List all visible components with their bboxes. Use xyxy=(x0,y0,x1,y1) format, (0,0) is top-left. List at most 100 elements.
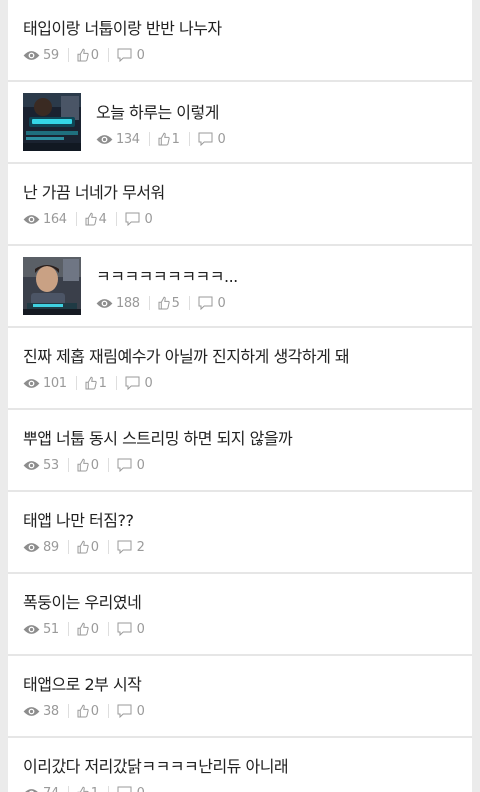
comments-count: 0 xyxy=(217,131,226,147)
comment-bubble-icon xyxy=(117,622,132,636)
likes-count: 0 xyxy=(90,703,99,719)
views-count: 164 xyxy=(43,211,67,227)
thumbs-up-icon xyxy=(77,786,89,792)
likes-stat: 0 xyxy=(77,458,99,473)
post-item[interactable]: 난 가끔 너네가 무서워 164 4 0 xyxy=(8,164,472,246)
comment-bubble-icon xyxy=(117,458,132,472)
comment-bubble-icon xyxy=(117,786,132,792)
likes-stat: 4 xyxy=(85,212,107,227)
eye-icon xyxy=(23,378,40,388)
meta-divider xyxy=(107,540,109,554)
meta-divider xyxy=(188,132,190,146)
comments-count: 0 xyxy=(136,703,145,719)
post-title[interactable]: ㅋㅋㅋㅋㅋㅋㅋㅋㅋ... xyxy=(96,263,238,287)
comments-stat: 0 xyxy=(117,786,145,792)
comments-stat: 0 xyxy=(117,48,145,63)
meta-divider xyxy=(115,212,117,226)
thumbs-up-icon xyxy=(85,376,97,390)
thumbs-up-icon xyxy=(77,704,89,718)
post-title[interactable]: 진짜 제홉 재림예수가 아닐까 진지하게 생각하게 돼 xyxy=(23,343,350,367)
post-title[interactable]: 폭둥이는 우리였네 xyxy=(23,589,142,613)
likes-stat: 5 xyxy=(158,296,180,311)
comments-stat: 0 xyxy=(125,212,153,227)
likes-stat: 1 xyxy=(85,376,107,391)
post-title[interactable]: 태앱으로 2부 시작 xyxy=(23,671,142,695)
likes-count: 4 xyxy=(98,211,107,227)
likes-count: 1 xyxy=(171,131,180,147)
post-item[interactable]: 폭둥이는 우리였네 51 0 0 xyxy=(8,574,472,656)
eye-icon xyxy=(23,542,40,552)
post-meta: 51 0 0 xyxy=(23,620,145,638)
meta-divider xyxy=(75,212,77,226)
eye-icon xyxy=(24,788,39,792)
thumbs-up-icon xyxy=(77,48,89,62)
post-item[interactable]: 태입이랑 너툽이랑 반반 나누자 59 0 0 xyxy=(8,0,472,82)
eye-icon xyxy=(96,298,113,308)
meta-divider xyxy=(67,786,69,792)
post-item[interactable]: 이리갔다 저리갔닭ㅋㅋㅋㅋ난리듀 아니래 74 1 0 xyxy=(8,738,472,792)
post-thumbnail[interactable] xyxy=(23,257,81,315)
post-item[interactable]: 진짜 제홉 재림예수가 아닐까 진지하게 생각하게 돼 101 1 0 xyxy=(8,328,472,410)
meta-divider xyxy=(107,458,109,472)
views-stat: 188 xyxy=(96,296,140,311)
views-stat: 74 xyxy=(23,786,59,792)
post-item[interactable]: 태앱 나만 터짐?? 89 0 2 xyxy=(8,492,472,574)
post-thumbnail[interactable] xyxy=(23,93,81,151)
post-title[interactable]: 태입이랑 너툽이랑 반반 나누자 xyxy=(23,15,222,39)
thumbs-up-icon xyxy=(77,540,89,554)
meta-divider xyxy=(148,132,150,146)
post-item[interactable]: 오늘 하루는 이렇게 134 1 0 xyxy=(8,82,472,164)
views-stat: 164 xyxy=(23,212,67,227)
eye-icon xyxy=(23,624,40,634)
post-item[interactable]: ㅋㅋㅋㅋㅋㅋㅋㅋㅋ... 188 5 0 xyxy=(8,246,472,328)
meta-divider xyxy=(67,458,69,472)
views-stat: 51 xyxy=(23,622,59,637)
comments-count: 0 xyxy=(136,47,145,63)
likes-count: 1 xyxy=(91,786,99,792)
views-count: 59 xyxy=(43,47,59,63)
post-title[interactable]: 이리갔다 저리갔닭ㅋㅋㅋㅋ난리듀 아니래 xyxy=(23,753,289,777)
post-title[interactable]: 오늘 하루는 이렇게 xyxy=(96,99,219,123)
views-stat: 134 xyxy=(96,132,140,147)
meta-divider xyxy=(107,786,109,792)
thumbs-up-icon xyxy=(77,622,89,636)
likes-count: 0 xyxy=(90,47,99,63)
likes-count: 0 xyxy=(90,539,99,555)
comment-bubble-icon xyxy=(125,212,139,226)
eye-icon xyxy=(23,50,40,60)
post-meta: 188 5 0 xyxy=(96,294,226,312)
post-item[interactable]: 뿌앱 너툽 동시 스트리밍 하면 되지 않을까 53 0 0 xyxy=(8,410,472,492)
comments-count: 2 xyxy=(136,539,145,555)
views-count: 38 xyxy=(43,703,59,719)
comments-stat: 0 xyxy=(117,704,145,719)
comments-stat: 0 xyxy=(198,132,226,147)
post-meta: 164 4 0 xyxy=(23,210,153,228)
post-item[interactable]: 태앱으로 2부 시작 38 0 0 xyxy=(8,656,472,738)
meta-divider xyxy=(67,540,69,554)
meta-divider xyxy=(75,376,77,390)
eye-icon xyxy=(23,706,40,716)
post-title[interactable]: 난 가끔 너네가 무서워 xyxy=(23,179,165,203)
comments-stat: 0 xyxy=(117,622,145,637)
meta-divider xyxy=(67,622,69,636)
likes-count: 5 xyxy=(171,295,180,311)
thumbs-up-icon xyxy=(85,212,97,226)
post-title[interactable]: 뿌앱 너툽 동시 스트리밍 하면 되지 않을까 xyxy=(23,425,293,449)
thumbs-up-icon xyxy=(77,458,89,472)
views-count: 53 xyxy=(43,457,59,473)
comments-count: 0 xyxy=(144,375,153,391)
thumbs-up-icon xyxy=(158,296,170,310)
views-count: 134 xyxy=(116,131,140,147)
eye-icon xyxy=(96,134,113,144)
meta-divider xyxy=(67,48,69,62)
views-count: 74 xyxy=(43,786,59,792)
views-count: 101 xyxy=(43,375,67,391)
comment-bubble-icon xyxy=(198,296,212,310)
likes-count: 0 xyxy=(90,457,99,473)
views-stat: 53 xyxy=(23,458,59,473)
comments-count: 0 xyxy=(136,457,145,473)
post-title[interactable]: 태앱 나만 터짐?? xyxy=(23,507,134,531)
meta-divider xyxy=(188,296,190,310)
views-count: 51 xyxy=(43,621,59,637)
stream-screenshot-image xyxy=(23,93,81,151)
